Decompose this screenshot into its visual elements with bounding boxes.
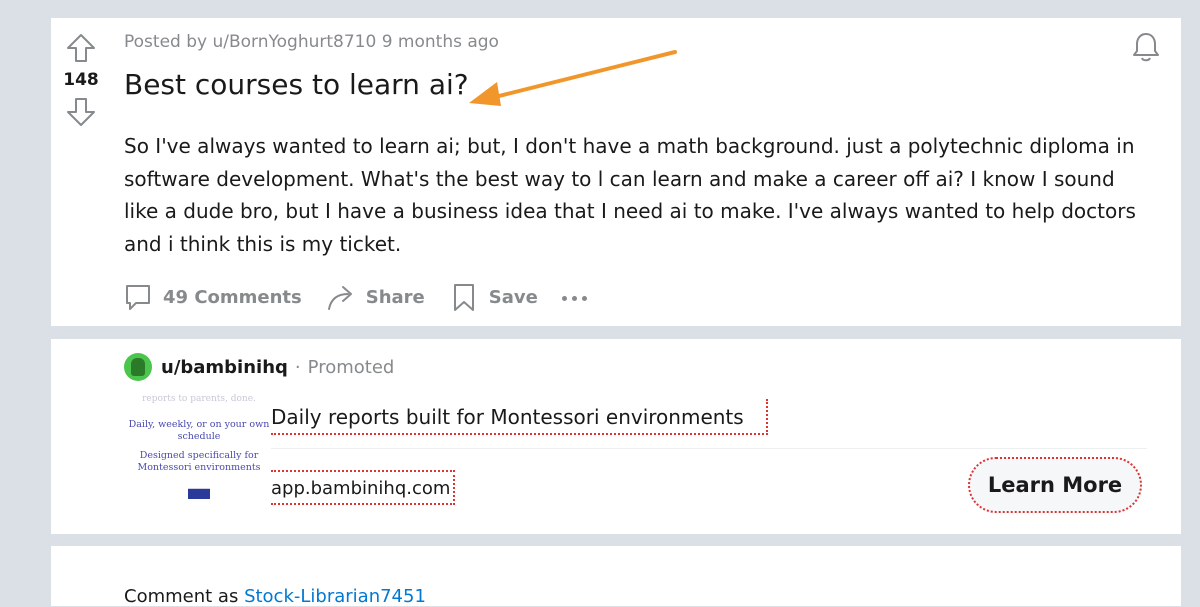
upvote-icon[interactable]	[65, 32, 97, 64]
thumbnail-line-1: Daily, weekly, or on your own schedule	[128, 419, 270, 442]
separator: ·	[294, 356, 301, 378]
learn-more-button[interactable]: Learn More	[968, 457, 1142, 513]
post-actions: 49 Comments Share Save	[123, 282, 587, 312]
more-icon[interactable]	[561, 294, 587, 301]
comments-label: 49 Comments	[163, 286, 302, 308]
ad-divider	[271, 448, 1147, 449]
avatar[interactable]	[124, 353, 152, 381]
comment-icon	[126, 285, 150, 310]
save-label: Save	[488, 286, 538, 308]
vote-count: 148	[63, 70, 99, 90]
post-meta[interactable]: Posted by u/BornYoghurt8710 9 months ago	[124, 32, 499, 52]
promoted-ad-card: u/bambinihq · Promoted reports to parent…	[51, 339, 1181, 534]
comment-as-username[interactable]: Stock-Librarian7451	[244, 586, 426, 607]
promoted-label: Promoted	[307, 356, 395, 378]
comments-button[interactable]: 49 Comments	[123, 282, 302, 312]
post-body: So I've always wanted to learn ai; but, …	[124, 134, 1136, 256]
share-button[interactable]: Share	[326, 282, 425, 312]
post-title[interactable]: Best courses to learn ai?	[124, 68, 469, 101]
post-card: 148 Posted by u/BornYoghurt8710 9 months…	[51, 18, 1181, 326]
thumbnail-line-2: Designed specifically for Montessori env…	[137, 450, 261, 473]
share-label: Share	[365, 286, 425, 308]
bell-icon[interactable]	[1129, 30, 1163, 64]
bookmark-icon	[453, 284, 474, 311]
vote-column: 148	[51, 32, 111, 128]
ad-username[interactable]: u/bambinihq	[161, 357, 288, 378]
downvote-icon[interactable]	[65, 96, 97, 128]
annotation-arrow-icon	[469, 50, 677, 106]
ad-link[interactable]: app.bambinihq.com	[271, 470, 456, 505]
save-button[interactable]: Save	[449, 282, 538, 312]
thumbnail-top-text: reports to parents, done.	[142, 394, 256, 404]
comment-as-prefix: Comment as	[124, 586, 239, 607]
flag-icon	[188, 488, 210, 499]
ad-thumbnail[interactable]: reports to parents, done. Daily, weekly,…	[124, 391, 274, 501]
comment-as-text: Comment as Stock-Librarian7451	[124, 586, 426, 607]
share-icon	[327, 286, 352, 310]
comment-card: Comment as Stock-Librarian7451	[51, 546, 1181, 607]
ad-headline[interactable]: Daily reports built for Montessori envir…	[271, 399, 768, 435]
ad-header: u/bambinihq · Promoted	[124, 353, 394, 381]
